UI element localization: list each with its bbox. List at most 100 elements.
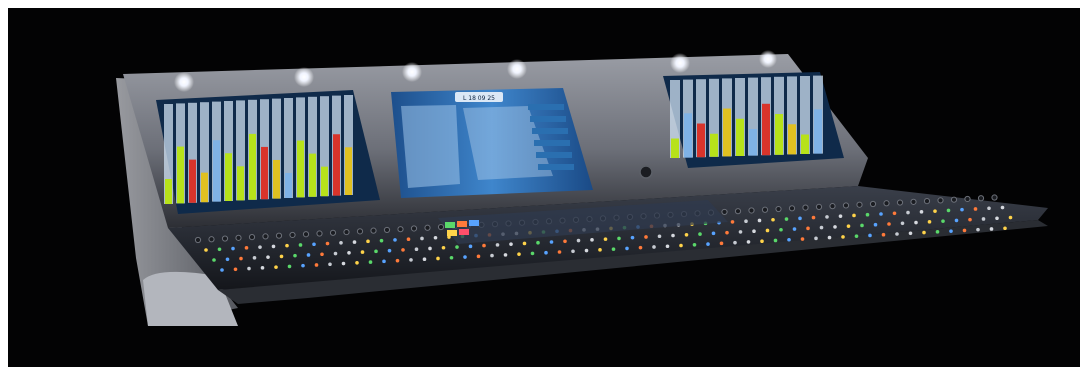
button-led: [665, 244, 670, 249]
rotary-knob: [802, 204, 809, 211]
button-led: [657, 234, 662, 239]
button-led: [779, 227, 783, 232]
rotary-knob: [856, 201, 863, 208]
button-led: [220, 268, 224, 272]
button-led: [711, 231, 716, 236]
button-led: [279, 254, 284, 259]
button-led: [347, 251, 351, 255]
level-meter: [309, 153, 316, 197]
button-led: [698, 232, 702, 236]
button-led: [919, 210, 924, 214]
rotary-knob: [883, 200, 890, 207]
button-led: [906, 210, 910, 215]
right-screen: [663, 72, 844, 168]
button-led: [746, 240, 751, 244]
button-led: [733, 240, 737, 245]
level-meter: [177, 146, 184, 204]
button-led: [692, 243, 697, 247]
rotary-knob: [437, 223, 445, 231]
level-meter: [710, 133, 718, 157]
button-led: [987, 206, 991, 211]
button-led: [981, 217, 986, 221]
button-led: [266, 255, 270, 259]
button-led: [933, 209, 937, 213]
button-led: [468, 244, 473, 249]
button-led: [941, 219, 945, 223]
button-led: [252, 256, 257, 260]
button-led: [247, 266, 251, 271]
rotary-knob: [289, 231, 296, 239]
level-meter: [762, 103, 770, 156]
rotary-knob: [329, 229, 337, 236]
button-led: [671, 233, 675, 238]
button-led: [455, 245, 459, 249]
console-photo: L 18 09 25: [8, 8, 1080, 367]
rotary-knob: [910, 198, 917, 205]
button-led: [611, 247, 616, 251]
button-led: [382, 259, 386, 264]
button-led: [522, 241, 527, 246]
button-led: [355, 261, 359, 265]
button-led: [287, 264, 292, 269]
button-led: [744, 219, 748, 223]
button-led: [366, 239, 370, 244]
button-led: [989, 227, 994, 231]
rotary-knob: [397, 226, 404, 233]
button-led: [973, 207, 978, 211]
button-led: [806, 226, 810, 231]
button-led: [638, 245, 643, 250]
level-meter: [736, 118, 744, 156]
button-led: [814, 236, 818, 241]
button-led: [757, 218, 762, 223]
button-led: [557, 250, 562, 254]
button-led: [433, 235, 438, 240]
button-led: [563, 239, 567, 244]
rotary-knob: [761, 206, 769, 213]
button-led: [881, 232, 886, 237]
button-led: [549, 240, 554, 244]
rotary-knob: [262, 233, 269, 240]
button-led: [773, 238, 778, 243]
button-led: [995, 216, 999, 221]
center-screen-header: L 18 09 25: [463, 95, 495, 102]
button-led: [825, 215, 829, 219]
button-led: [314, 263, 319, 267]
level-meter: [697, 123, 705, 158]
button-led: [490, 253, 494, 258]
rotary-knob: [842, 202, 850, 209]
button-led: [401, 248, 405, 252]
button-led: [935, 230, 940, 234]
rotary-knob: [788, 205, 796, 212]
rotary-knob: [343, 228, 350, 236]
level-meter: [201, 172, 208, 203]
button-led: [819, 225, 824, 230]
button-led: [420, 236, 424, 241]
button-led: [827, 235, 832, 240]
level-meter: [814, 109, 822, 154]
button-led: [900, 221, 905, 226]
button-led: [285, 243, 289, 248]
level-meter: [671, 138, 679, 158]
button-led: [325, 241, 330, 246]
rotary-knob: [937, 197, 944, 204]
level-meter: [333, 134, 340, 196]
level-meter: [345, 147, 352, 195]
rotary-knob: [248, 234, 256, 241]
rotary-knob: [424, 224, 431, 231]
button-led: [860, 223, 864, 228]
button-led: [341, 261, 346, 266]
button-led: [725, 230, 729, 235]
button-led: [503, 253, 508, 257]
rotary-knob: [370, 227, 377, 234]
rotary-knob: [923, 198, 931, 205]
button-led: [333, 251, 338, 256]
rotary-knob: [316, 230, 323, 237]
button-led: [320, 252, 324, 257]
button-led: [679, 243, 683, 248]
button-led: [233, 267, 238, 272]
button-led: [328, 262, 332, 267]
button-led: [360, 250, 365, 254]
button-led: [833, 225, 837, 229]
level-meter: [165, 179, 172, 204]
button-led: [962, 228, 967, 233]
